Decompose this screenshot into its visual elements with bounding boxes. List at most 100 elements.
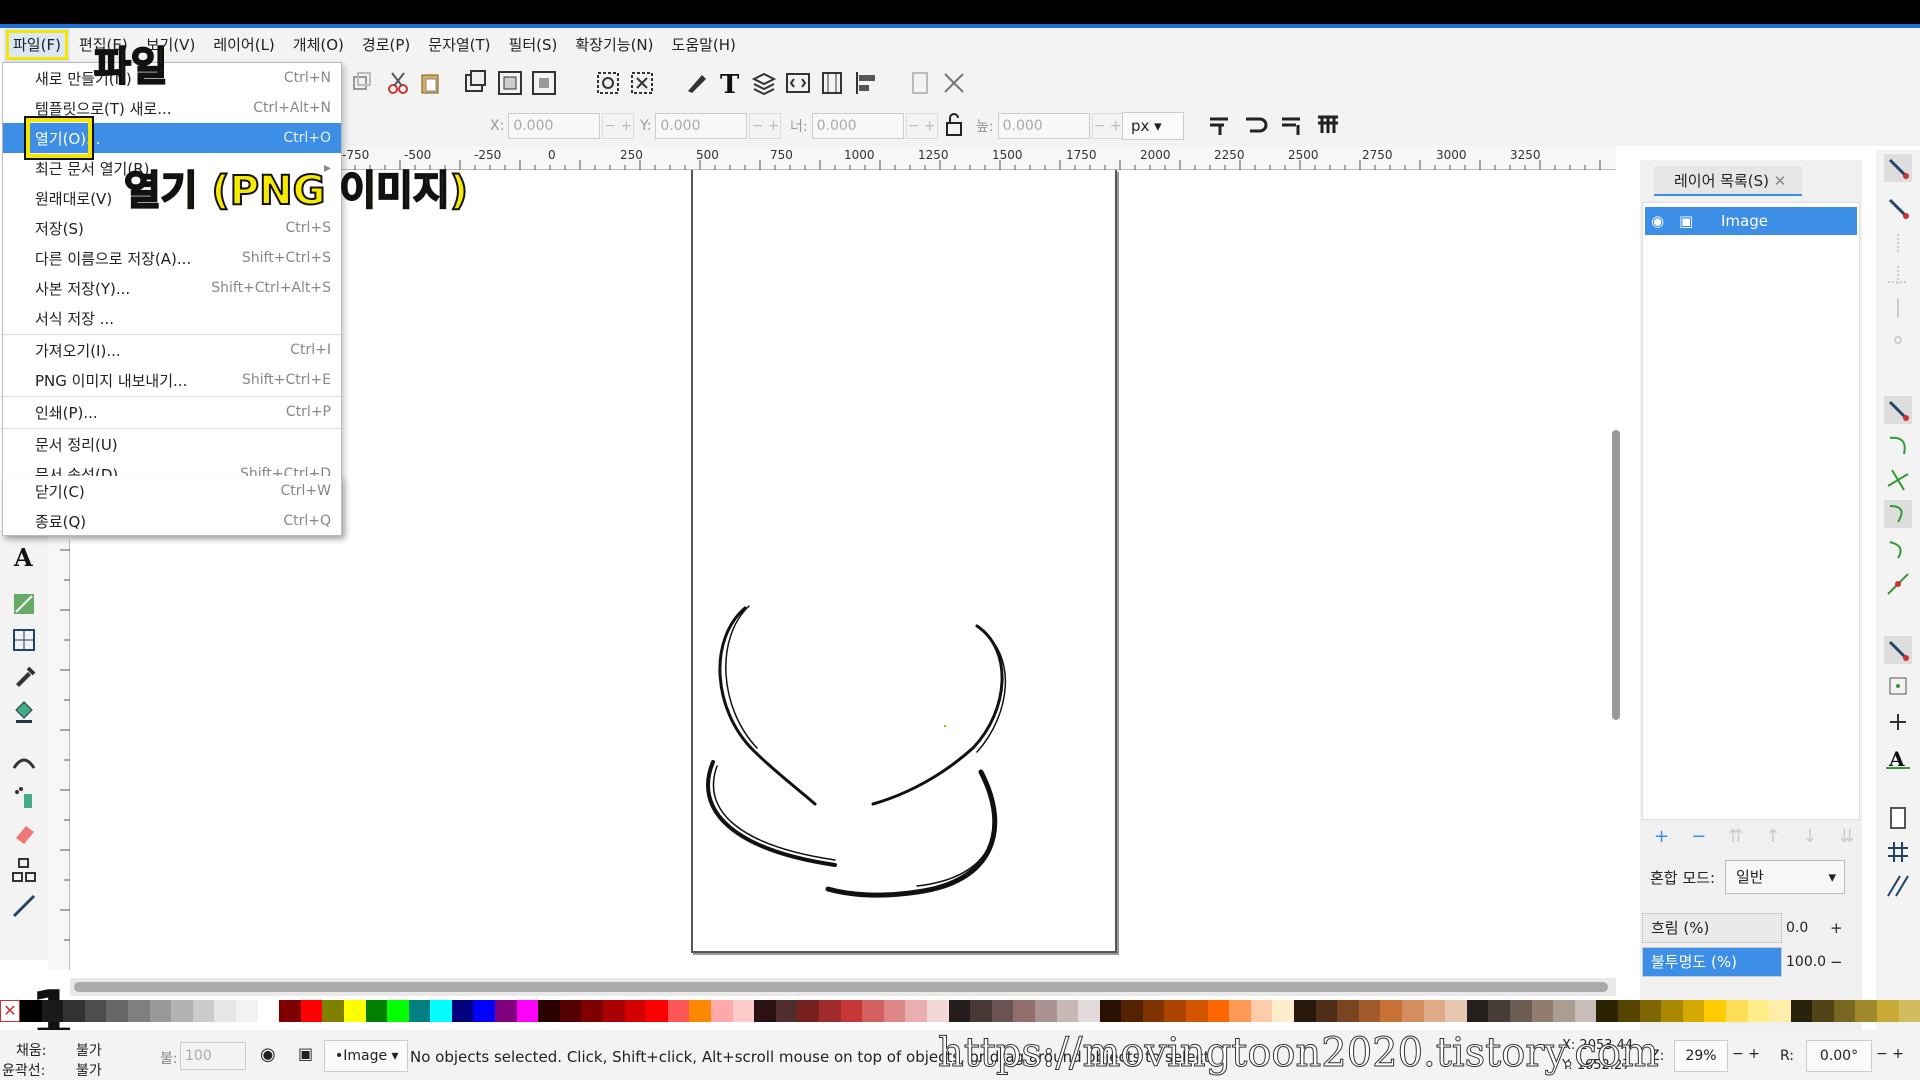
layer-visibility-icon[interactable]: ◉ xyxy=(260,1044,276,1065)
ungroup-icon[interactable] xyxy=(496,69,524,97)
snap-others-icon[interactable] xyxy=(1884,636,1912,664)
blur-stepper[interactable]: + xyxy=(1830,919,1843,937)
menu-item-import[interactable]: 가져오기(I)... Ctrl+I xyxy=(3,335,341,365)
color-swatch[interactable] xyxy=(322,1000,344,1022)
color-swatch[interactable] xyxy=(581,1000,604,1022)
color-swatch[interactable] xyxy=(624,1000,647,1022)
color-swatch[interactable] xyxy=(1617,1000,1640,1022)
color-swatch[interactable] xyxy=(818,1000,841,1022)
opacity-value[interactable]: 100.0 xyxy=(1786,954,1830,970)
color-swatch[interactable] xyxy=(1423,1000,1446,1022)
stroke-indicator[interactable]: 불가 xyxy=(76,1060,102,1080)
no-paint-swatch[interactable]: ✕ xyxy=(0,1000,20,1022)
eraser-tool-icon[interactable] xyxy=(10,820,38,848)
lock-ratio-icon[interactable] xyxy=(940,111,968,139)
connector-tool-icon[interactable] xyxy=(10,856,38,884)
move-gradients-icon[interactable] xyxy=(1278,111,1306,139)
mesh-tool-icon[interactable] xyxy=(10,626,38,654)
snap-text-baseline-icon[interactable]: A xyxy=(1884,744,1912,772)
object-properties-icon[interactable] xyxy=(818,69,846,97)
color-swatch[interactable] xyxy=(1855,1000,1878,1022)
menu-item-print[interactable]: 인쇄(P)... Ctrl+P xyxy=(3,397,341,427)
menu-item-save[interactable]: 저장(S) Ctrl+S xyxy=(3,213,341,243)
tweak-tool-icon[interactable] xyxy=(10,748,38,776)
color-swatch[interactable] xyxy=(257,1000,280,1022)
color-swatch[interactable] xyxy=(516,1000,539,1022)
color-swatch[interactable] xyxy=(235,1000,258,1022)
menu-item-clean-up[interactable]: 문서 정리(U) xyxy=(3,429,341,459)
color-swatch[interactable] xyxy=(1294,1000,1316,1022)
color-swatch[interactable] xyxy=(1466,1000,1489,1022)
color-swatch[interactable] xyxy=(149,1000,172,1022)
color-swatch[interactable] xyxy=(20,1000,42,1022)
move-patterns-icon[interactable] xyxy=(1314,111,1342,139)
layer-lock-icon[interactable]: ▣ xyxy=(298,1044,313,1063)
color-swatch[interactable] xyxy=(1272,1000,1295,1022)
text-tool-icon[interactable]: A xyxy=(10,542,38,572)
snap-guides-icon[interactable] xyxy=(1884,872,1912,900)
color-swatch[interactable] xyxy=(1142,1000,1165,1022)
close-icon[interactable]: ✕ xyxy=(1774,172,1787,190)
blur-slider[interactable]: 흐림 (%) xyxy=(1642,913,1782,943)
color-swatch[interactable] xyxy=(1812,1000,1834,1022)
menu-item-close[interactable]: 닫기(C) Ctrl+W xyxy=(3,476,341,506)
opacity-input[interactable]: 100 xyxy=(180,1042,246,1070)
color-swatch[interactable] xyxy=(862,1000,884,1022)
color-swatch[interactable] xyxy=(711,1000,733,1022)
zoom-input[interactable]: 29% xyxy=(1674,1040,1728,1072)
color-swatch[interactable] xyxy=(1121,1000,1143,1022)
color-swatch[interactable] xyxy=(797,1000,819,1022)
color-swatch[interactable] xyxy=(646,1000,668,1022)
menu-object[interactable]: 개체(O) xyxy=(284,28,353,62)
color-swatch[interactable] xyxy=(127,1000,150,1022)
xml-editor-icon[interactable] xyxy=(682,69,710,97)
color-swatch[interactable] xyxy=(1682,1000,1705,1022)
color-swatch[interactable] xyxy=(689,1000,711,1022)
color-swatch[interactable] xyxy=(279,1000,301,1022)
remove-layer-icon[interactable]: − xyxy=(1691,826,1706,847)
scale-stroke-icon[interactable] xyxy=(1206,111,1234,139)
snap-paths-icon[interactable] xyxy=(1884,432,1912,460)
rotate-stepper[interactable]: − + xyxy=(1876,1046,1904,1062)
unit-select[interactable]: px ▾ xyxy=(1122,112,1184,140)
color-swatch[interactable] xyxy=(1790,1000,1813,1022)
color-swatch[interactable] xyxy=(300,1000,323,1022)
color-swatch[interactable] xyxy=(1877,1000,1899,1022)
zoom-drawing-icon[interactable] xyxy=(628,69,656,97)
snap-midpoints-icon[interactable] xyxy=(1884,570,1912,598)
color-swatch[interactable] xyxy=(991,1000,1014,1022)
menu-path[interactable]: 경로(P) xyxy=(353,28,419,62)
color-swatch[interactable] xyxy=(559,1000,582,1022)
color-swatch[interactable] xyxy=(1898,1000,1920,1022)
spray-tool-icon[interactable] xyxy=(10,784,38,812)
menu-extensions[interactable]: 확장기능(N) xyxy=(566,28,662,62)
color-swatch[interactable] xyxy=(1509,1000,1532,1022)
color-swatch[interactable] xyxy=(1380,1000,1402,1022)
lock-icon[interactable]: ▣ xyxy=(1679,207,1693,235)
dropper-tool-icon[interactable] xyxy=(10,662,38,690)
color-swatch[interactable] xyxy=(1229,1000,1251,1022)
paint-bucket-icon[interactable] xyxy=(10,698,38,726)
color-swatch[interactable] xyxy=(171,1000,193,1022)
x-input[interactable]: 0.000 xyxy=(508,113,601,139)
zoom-selection-icon[interactable] xyxy=(594,69,622,97)
opacity-stepper[interactable]: − xyxy=(1830,953,1843,971)
snap-nodes-icon[interactable] xyxy=(1884,396,1912,424)
color-swatch[interactable] xyxy=(214,1000,236,1022)
color-swatch[interactable] xyxy=(1704,1000,1726,1022)
color-swatch[interactable] xyxy=(41,1000,64,1022)
cut-icon[interactable] xyxy=(384,69,412,97)
color-swatch[interactable] xyxy=(1164,1000,1187,1022)
duplicate-icon[interactable] xyxy=(348,69,376,97)
current-layer-select[interactable]: •Image ▾ xyxy=(324,1040,408,1072)
width-input[interactable]: 0.000 xyxy=(811,113,904,139)
menu-help[interactable]: 도움말(H) xyxy=(663,28,745,62)
blend-mode-select[interactable]: 일반 ▾ xyxy=(1725,860,1846,894)
color-swatch[interactable] xyxy=(473,1000,496,1022)
measure-tool-icon[interactable] xyxy=(10,892,38,920)
color-swatch[interactable] xyxy=(1531,1000,1554,1022)
x-stepper[interactable]: − + xyxy=(602,113,635,139)
eye-icon[interactable]: ◉ xyxy=(1651,207,1664,235)
tab-layers[interactable]: 레이어 목록(S) ✕ xyxy=(1654,166,1802,196)
color-swatch[interactable] xyxy=(970,1000,992,1022)
